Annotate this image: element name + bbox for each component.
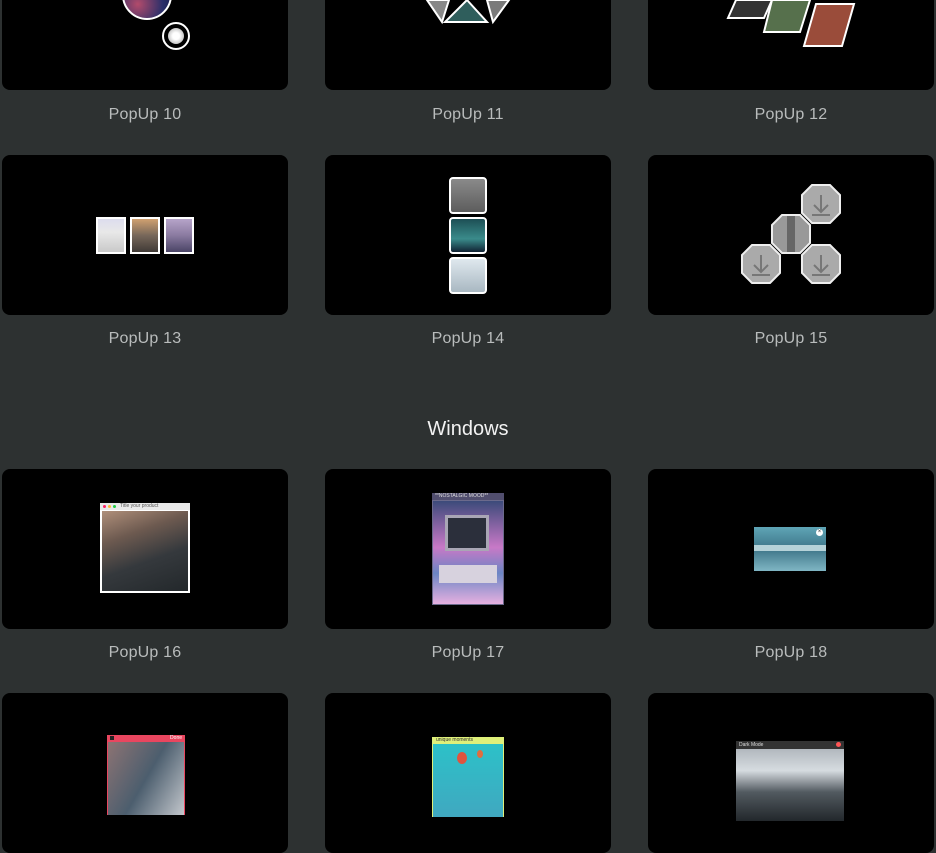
window-title: unique moments [436, 737, 473, 743]
close-icon[interactable] [836, 742, 841, 747]
card-label: PopUp 11 [432, 106, 504, 123]
window-preview: × [754, 527, 826, 571]
window-title: **NOSTALGIC MOOD** [435, 493, 489, 499]
card-label: PopUp 17 [431, 644, 505, 661]
image-thumb [449, 257, 487, 294]
card-label: PopUp 10 [108, 106, 182, 123]
preview-card-popup-13[interactable] [2, 155, 288, 315]
section-heading: Windows [427, 418, 509, 440]
preview-card-popup-18[interactable]: × [648, 469, 934, 629]
preview-card-popup-10[interactable] [2, 0, 288, 90]
preview-card-popup-20[interactable]: unique moments [325, 693, 611, 853]
window-title: Dark Mode [739, 742, 764, 748]
circle-thumb-large [122, 0, 172, 20]
preview-card-popup-21[interactable]: Dark Mode [648, 693, 934, 853]
card-label: PopUp 14 [431, 330, 505, 347]
image-thumb [130, 217, 160, 254]
image-thumb [449, 177, 487, 214]
window-action[interactable]: Done [170, 735, 182, 741]
card-label: PopUp 15 [754, 330, 828, 347]
preview-card-popup-11[interactable] [325, 0, 611, 90]
image-thumb [96, 217, 126, 254]
card-label: PopUp 12 [754, 106, 828, 123]
triangle-thumbs [425, 0, 511, 25]
preview-card-popup-17[interactable]: **NOSTALGIC MOOD** [325, 469, 611, 629]
download-arrow-icon [801, 184, 841, 224]
preview-card-popup-14[interactable] [325, 155, 611, 315]
image-thumb [449, 217, 487, 254]
card-label: PopUp 16 [108, 644, 182, 661]
preview-card-popup-16[interactable]: Title your product [2, 469, 288, 629]
close-icon[interactable]: × [816, 529, 823, 536]
window-preview: Dark Mode [736, 741, 844, 821]
window-title: Title your product [120, 503, 159, 509]
preview-card-popup-15[interactable] [648, 155, 934, 315]
parallelogram-thumbs [726, 0, 856, 47]
circle-thumb-small-ring [162, 22, 190, 50]
preview-card-popup-19[interactable]: Done [2, 693, 288, 853]
window-preview: unique moments [432, 737, 504, 817]
image-thumb [164, 217, 194, 254]
window-preview: **NOSTALGIC MOOD** [432, 493, 504, 605]
octagon-thumbs [741, 184, 841, 284]
download-arrow-icon [801, 244, 841, 284]
window-preview: Title your product [100, 503, 190, 593]
preview-card-popup-12[interactable] [648, 0, 934, 90]
download-arrow-icon [741, 244, 781, 284]
window-preview: Done [107, 735, 185, 815]
card-label: PopUp 13 [108, 330, 182, 347]
card-label: PopUp 18 [754, 644, 828, 661]
